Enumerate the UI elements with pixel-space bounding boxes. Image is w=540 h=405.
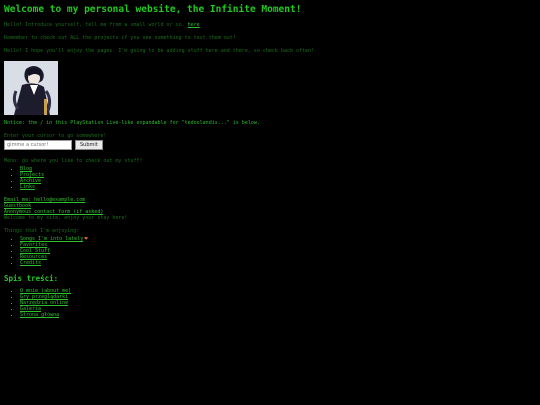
main-menu-list: Blog Projects Archive Links	[4, 166, 536, 190]
favorites-link-credits[interactable]: Credits	[20, 260, 41, 266]
cursor-form: Submit	[4, 140, 536, 150]
cursor-form-label: Enter your cursor to go somewhere!	[4, 133, 107, 139]
avatar-illustration	[4, 61, 58, 115]
intro-here-link[interactable]: here	[188, 22, 200, 28]
main-menu-item: Links	[20, 184, 536, 190]
intro-line-1: Hello! Introduce yourself, tell me from …	[4, 22, 536, 28]
favorites-label: Things that I'm enjoying:	[4, 228, 80, 234]
notice-text: Notice: the / in this PlayStation Live-l…	[4, 120, 260, 126]
toc-link-home[interactable]: Strona główna	[20, 312, 59, 318]
cursor-input[interactable]	[4, 140, 72, 150]
main-menu-link-links[interactable]: Links	[20, 184, 35, 190]
intro-line-2: Remember to check out ALL the projects i…	[4, 35, 236, 41]
page-root: Welcome to my personal website, the Infi…	[4, 4, 536, 325]
avatar-image	[4, 61, 58, 115]
heart-icon: ❤	[84, 235, 88, 242]
contact-block: Email me: hello@example.com Guestbook An…	[4, 197, 536, 221]
page-title: Welcome to my personal website, the Infi…	[4, 4, 302, 15]
favorites-list: Songs I'm into lately❤ Favorites Cool St…	[4, 235, 536, 267]
toc-item: Strona główna	[20, 312, 536, 318]
toc-list: O mnie (about me) Gry przeglądarki Narzę…	[4, 288, 536, 318]
toc-heading: Spis treści:	[4, 274, 59, 283]
intro-line-3: Hello! I hope you'll enjoy the pages. I'…	[4, 48, 315, 54]
intro-line-1-text: Hello! Introduce yourself, tell me from …	[4, 22, 185, 28]
favorites-item: Credits	[20, 260, 536, 266]
main-menu-label: Menu: go where you like to check out my …	[4, 158, 143, 164]
submit-button[interactable]: Submit	[75, 140, 103, 150]
welcome-note: Welcome to my site, enjoy your stay here…	[4, 215, 128, 221]
